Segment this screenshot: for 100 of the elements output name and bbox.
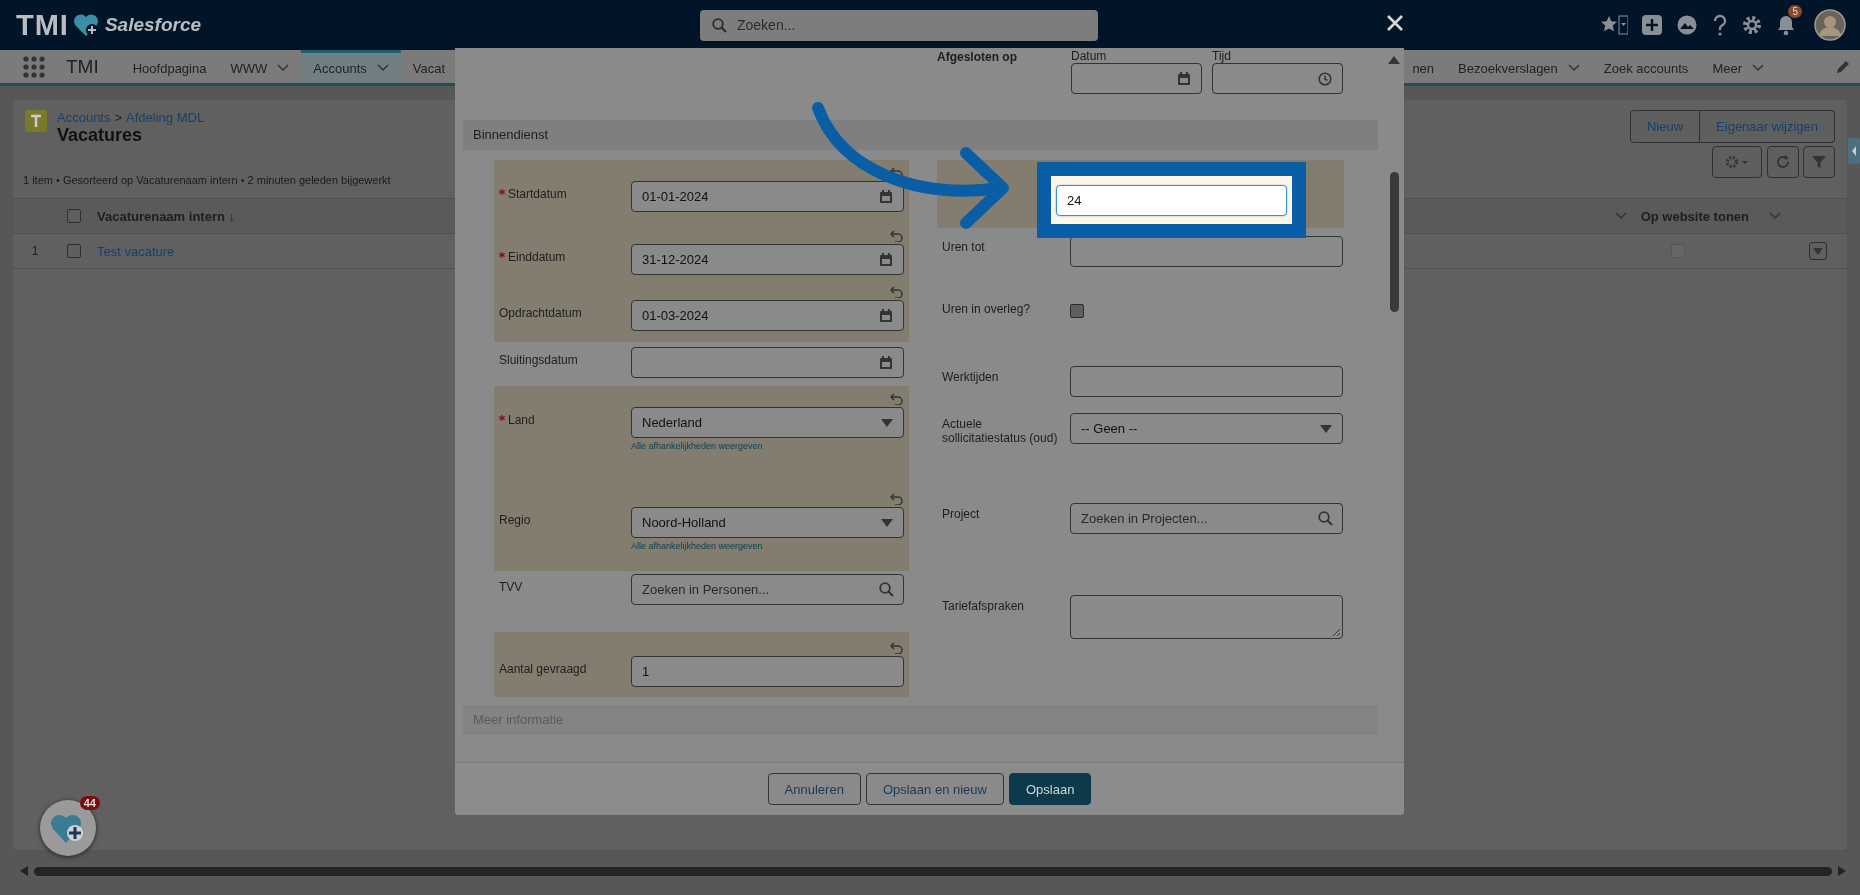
list-object-icon [25,110,47,132]
refresh-icon [1776,155,1790,169]
checkbox[interactable] [1070,304,1084,318]
calendar-icon [879,355,893,370]
breadcrumb-separator: > [114,110,123,125]
calendar-icon [1177,71,1191,86]
search-field[interactable]: Zoeken in Personen... [631,574,904,605]
field-label: Tijd [1212,49,1232,63]
dropdown-caret-icon [1320,424,1332,433]
settings-icon [1742,15,1762,35]
dropdown[interactable]: Noord-Holland [631,507,904,538]
close-button[interactable] [1386,14,1404,32]
input-field[interactable] [1070,236,1343,267]
list-info: 1 item • Gesorteerd op Vacaturenaam intern • 2 minuten geleden bijgewerkt [22,174,392,186]
column-header[interactable]: Op website tonen [1640,208,1749,224]
date-field[interactable] [1071,63,1202,94]
scroll-right-icon [1838,866,1846,876]
text-area[interactable] [1070,595,1343,639]
heart-plus-icon [50,812,86,844]
pencil-icon [1836,59,1850,74]
app-launcher-icon [22,54,46,79]
plus-square-icon [1642,15,1662,35]
nav-tab[interactable]: Bezoekverslagen [1446,50,1592,83]
nav-tab[interactable]: nen [1400,50,1447,83]
refresh-button[interactable] [1767,146,1799,178]
logo-text: TMI [16,8,69,42]
field-label: Opdrachtdatum [499,306,582,320]
field-label: Aantal gevraagd [499,662,587,676]
undo-icon [890,284,904,298]
column-header[interactable]: Vacaturenaam intern ↓ [97,208,235,224]
dropdown-caret-icon [881,418,893,427]
clock-icon [1318,71,1332,86]
field-label: Einddatum [499,250,566,264]
nav-tab[interactable]: Meer [1700,50,1776,83]
chevron-down-icon [1567,64,1580,72]
field-label: Sluitingsdatum [499,353,578,367]
time-field[interactable] [1212,63,1343,94]
avatar-icon [1814,9,1846,41]
scroll-left-icon [20,866,28,876]
chevron-down-icon [277,64,290,72]
field-label: Uren in overleg? [942,302,1031,316]
calendar-icon [879,308,893,323]
footer-button[interactable]: Opslaan en nieuw [865,773,1004,805]
date-field[interactable]: 31-12-2024 [631,244,904,275]
footer-button[interactable]: Annuleren [767,773,861,805]
select-all-checkbox[interactable] [67,209,81,223]
search-icon [712,17,727,33]
field-label: Regio [499,513,531,527]
date-field[interactable] [631,347,904,378]
search-input[interactable]: Zoeken... [735,16,1086,34]
input-field[interactable]: 1 [631,656,904,687]
field-label: TVV [499,580,523,594]
dropdown[interactable]: -- Geen -- [1070,413,1343,444]
chevron-down-icon [1769,212,1781,220]
heart-plus-icon [72,13,99,37]
search-field[interactable]: Zoeken... [700,9,1098,41]
chevron-down-icon [1614,212,1627,220]
settings-icon [1725,155,1749,169]
collapse-tab-icon [1848,138,1860,164]
calendar-icon [879,189,893,204]
nav-tab[interactable]: Accounts [301,50,401,83]
bell-icon [1776,14,1796,36]
scroll-up-icon [1388,56,1400,64]
scrollbar-thumb[interactable] [1389,172,1399,312]
nav-tab[interactable]: Hoofdpagina [120,50,219,83]
search-field[interactable]: Zoeken in Projecten... [1070,503,1343,534]
close-icon [1386,14,1404,32]
notification-badge: 5 [1788,5,1802,18]
nav-tab[interactable]: Zoek accounts [1591,50,1701,83]
section-header[interactable]: Binnendienst [463,120,1378,150]
row-checkbox[interactable] [67,244,81,258]
field-label: Tariefafspraken [942,599,1025,613]
dependency-link[interactable]: Alle afhankelijkheden weergeven [631,541,904,551]
field-label: Uren tot [942,240,985,254]
date-field[interactable]: 01-03-2024 [631,300,904,331]
search-icon [1318,511,1333,526]
dependency-link[interactable]: Alle afhankelijkheden weergeven [631,441,904,451]
horizontal-scrollbar[interactable] [20,866,1846,876]
undo-icon [890,228,904,242]
settings-button[interactable] [1712,146,1762,178]
filter-icon [1812,155,1826,169]
field-label: Datum [1071,49,1108,63]
filter-button[interactable] [1803,146,1835,178]
brand-name: Salesforce [104,14,202,36]
nav-tab[interactable]: Vacat [400,50,446,83]
input-field[interactable]: 24 [1056,185,1287,216]
chevron-down-icon [1752,64,1764,72]
field-label: Actuele sollicitatiestatus (oud) [942,417,1059,445]
undo-icon [890,640,904,654]
field-label: Werktijden [942,370,999,384]
dropdown-caret-icon [1813,247,1823,255]
input-field[interactable] [1070,366,1343,397]
field-label: Project [942,507,980,521]
save-button[interactable]: Opslaan [1008,773,1092,805]
help-icon [1712,14,1728,36]
nav-tab[interactable]: WWW [218,50,302,83]
date-field[interactable]: 01-01-2024 [631,181,904,212]
row-actions-button[interactable] [1809,242,1827,260]
calendar-icon [879,252,893,267]
dropdown[interactable]: Nederland [631,407,904,438]
